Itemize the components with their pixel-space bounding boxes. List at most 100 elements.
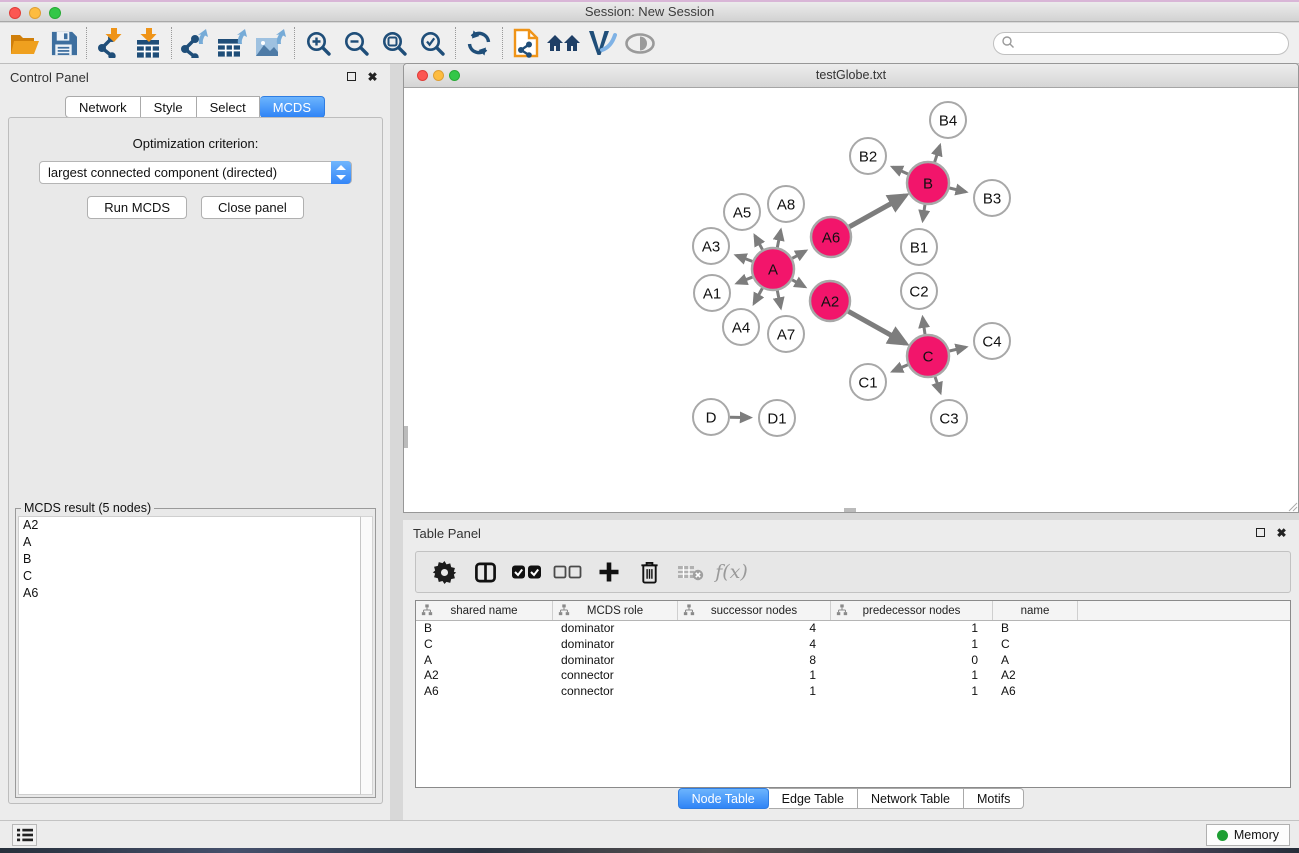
network-close-button[interactable]: [417, 70, 428, 81]
run-mcds-button[interactable]: Run MCDS: [87, 196, 187, 219]
edge-B-B4[interactable]: [935, 146, 940, 162]
new-network-from-selection-icon[interactable]: [507, 26, 545, 60]
mcds-result-item[interactable]: A2: [19, 517, 361, 534]
node-A4[interactable]: A4: [723, 309, 759, 345]
column-header-shared-name[interactable]: shared name: [416, 601, 553, 620]
table-cell[interactable]: B: [416, 621, 553, 637]
resize-grip-icon[interactable]: [1286, 500, 1298, 512]
export-network-icon[interactable]: [176, 26, 214, 60]
node-C2[interactable]: C2: [901, 273, 937, 309]
node-A6[interactable]: A6: [811, 217, 851, 257]
table-settings-icon[interactable]: [426, 555, 463, 589]
table-cell[interactable]: B: [993, 621, 1078, 637]
tab-style[interactable]: Style: [141, 96, 197, 118]
search-box[interactable]: [993, 32, 1289, 55]
table-cell[interactable]: A: [993, 653, 1078, 669]
node-A8[interactable]: A8: [768, 186, 804, 222]
list-scrollbar[interactable]: [360, 516, 373, 795]
edge-A2-C[interactable]: [848, 311, 905, 343]
node-A3[interactable]: A3: [693, 228, 729, 264]
float-panel-icon[interactable]: [344, 70, 359, 84]
deselect-all-icon[interactable]: [549, 555, 586, 589]
zoom-fit-icon[interactable]: [375, 26, 413, 60]
column-visibility-icon[interactable]: [467, 555, 504, 589]
table-cell[interactable]: A2: [993, 668, 1078, 684]
table-cell[interactable]: 1: [831, 621, 993, 637]
import-table-icon[interactable]: [129, 26, 167, 60]
table-cell[interactable]: 8: [678, 653, 831, 669]
network-graph[interactable]: AA1A3A5A8A4A7A6A2BB2B4B3B1C2CC4C1C3DD1: [404, 88, 1298, 512]
table-cell[interactable]: dominator: [553, 653, 678, 669]
tab-network-table[interactable]: Network Table: [858, 788, 964, 809]
node-B3[interactable]: B3: [974, 180, 1010, 216]
column-header-predecessor-nodes[interactable]: predecessor nodes: [831, 601, 993, 620]
table-cell[interactable]: C: [416, 637, 553, 653]
home-view-icon[interactable]: [545, 26, 583, 60]
refresh-network-icon[interactable]: [460, 26, 498, 60]
table-cell[interactable]: A: [416, 653, 553, 669]
table-row[interactable]: A2connector11A2: [416, 668, 1290, 684]
node-B2[interactable]: B2: [850, 138, 886, 174]
tab-motifs[interactable]: Motifs: [964, 788, 1024, 809]
memory-button[interactable]: Memory: [1206, 824, 1290, 846]
mcds-result-list[interactable]: A2ABCA6: [18, 516, 362, 795]
close-window-button[interactable]: [9, 7, 21, 19]
tab-network[interactable]: Network: [65, 96, 141, 118]
open-file-icon[interactable]: [6, 26, 44, 60]
table-cell[interactable]: 1: [831, 637, 993, 653]
save-session-icon[interactable]: [44, 26, 82, 60]
table-cell[interactable]: 1: [678, 684, 831, 700]
edge-B-B1[interactable]: [923, 205, 925, 220]
select-all-icon[interactable]: [508, 555, 545, 589]
optimization-select[interactable]: largest connected component (directed): [39, 161, 352, 184]
table-cell[interactable]: 4: [678, 637, 831, 653]
network-canvas[interactable]: AA1A3A5A8A4A7A6A2BB2B4B3B1C2CC4C1C3DD1: [404, 88, 1298, 512]
import-network-icon[interactable]: [91, 26, 129, 60]
table-cell[interactable]: connector: [553, 668, 678, 684]
node-C[interactable]: C: [907, 335, 949, 377]
network-window-titlebar[interactable]: testGlobe.txt: [404, 64, 1298, 88]
table-cell[interactable]: A2: [416, 668, 553, 684]
network-maximize-button[interactable]: [449, 70, 460, 81]
zoom-selected-icon[interactable]: [413, 26, 451, 60]
vertical-scroll-thumb[interactable]: [404, 426, 408, 448]
table-cell[interactable]: C: [993, 637, 1078, 653]
search-input[interactable]: [1015, 37, 1288, 51]
add-column-icon[interactable]: [590, 555, 627, 589]
edge-C-C3[interactable]: [935, 377, 940, 393]
mcds-result-item[interactable]: A: [19, 534, 361, 551]
node-C3[interactable]: C3: [931, 400, 967, 436]
mcds-result-item[interactable]: C: [19, 568, 361, 585]
tab-select[interactable]: Select: [197, 96, 260, 118]
edge-A-A6[interactable]: [792, 251, 805, 258]
edge-A-A1[interactable]: [737, 277, 752, 283]
node-C4[interactable]: C4: [974, 323, 1010, 359]
node-A5[interactable]: A5: [724, 194, 760, 230]
table-cell[interactable]: 0: [831, 653, 993, 669]
table-row[interactable]: Cdominator41C: [416, 637, 1290, 653]
node-C1[interactable]: C1: [850, 364, 886, 400]
function-builder-icon[interactable]: f(x): [713, 555, 750, 589]
zoom-out-icon[interactable]: [337, 26, 375, 60]
vizmapper-icon[interactable]: [583, 26, 621, 60]
tab-mcds[interactable]: MCDS: [260, 96, 325, 118]
node-A1[interactable]: A1: [694, 275, 730, 311]
node-B4[interactable]: B4: [930, 102, 966, 138]
mcds-result-item[interactable]: B: [19, 551, 361, 568]
table-cell[interactable]: 1: [831, 668, 993, 684]
table-cell[interactable]: dominator: [553, 621, 678, 637]
edge-B-B2[interactable]: [893, 167, 908, 174]
table-cell[interactable]: connector: [553, 684, 678, 700]
network-minimize-button[interactable]: [433, 70, 444, 81]
table-cell[interactable]: 1: [678, 668, 831, 684]
edge-A-A7[interactable]: [777, 291, 780, 308]
mcds-result-item[interactable]: A6: [19, 585, 361, 602]
edge-B-B3[interactable]: [949, 188, 965, 192]
maximize-window-button[interactable]: [49, 7, 61, 19]
edge-A-A3[interactable]: [736, 255, 752, 261]
horizontal-scroll-thumb[interactable]: [844, 508, 856, 512]
edge-A-A5[interactable]: [755, 236, 763, 250]
close-panel-icon[interactable]: ✖: [365, 70, 380, 84]
tab-node-table[interactable]: Node Table: [678, 788, 769, 809]
node-B[interactable]: B: [907, 162, 949, 204]
